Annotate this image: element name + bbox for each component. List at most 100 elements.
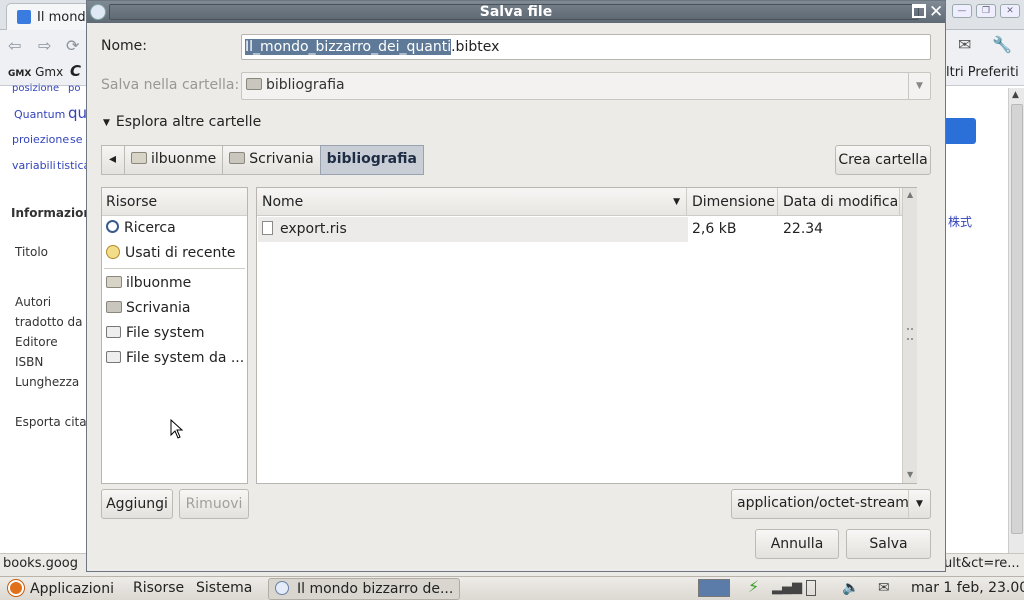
word-proiezione[interactable]: proiezione [12,133,69,146]
filename-selected-text: Il_mondo_bizzarro_dei_quanti [245,39,452,55]
column-label: Nome [262,194,304,210]
places-header[interactable]: Risorse [102,188,247,216]
file-icon [262,221,273,235]
create-folder-button[interactable]: Crea cartella [835,145,931,175]
path-item-bibliografia[interactable]: bibliografia [319,145,424,175]
remove-place-button[interactable]: Rimuovi [179,489,249,519]
bookmark-c[interactable]: C [70,62,81,80]
column-name[interactable]: Nome ▼ [257,188,687,216]
path-back-button[interactable]: ◂ [101,145,125,175]
mail-icon[interactable]: ✉ [878,580,890,596]
file-list-scrollbar[interactable]: ▲ ▼ [902,188,917,483]
word-qu[interactable]: qu [68,104,87,122]
close-icon[interactable]: ✕ [1000,4,1020,18]
network-signal-icon[interactable]: ▂▄▆ [772,580,802,595]
battery-icon[interactable] [806,580,816,596]
browser-scroll-thumb[interactable] [1011,104,1023,534]
places-sidebar: Risorse Ricerca Usati di recente ilbuonm… [101,187,248,484]
system-menu[interactable]: Sistema [196,580,252,596]
restore-icon[interactable]: ❐ [976,4,996,18]
path-item-desktop[interactable]: Scrivania [222,145,321,175]
app-menu-icon[interactable] [90,4,106,20]
minimize-icon[interactable]: — [952,4,972,18]
column-size[interactable]: Dimensione [687,188,778,216]
file-list-header: Nome ▼ Dimensione Data di modifica [257,188,916,216]
dialog-titlebar[interactable]: Salva file ✕ [87,1,945,23]
browser-scrollbar[interactable]: ▲ [1008,88,1024,554]
name-label: Nome: [101,38,148,54]
volume-icon[interactable]: 🔈 [842,580,859,596]
place-home[interactable]: ilbuonme [102,271,247,296]
filename-input[interactable]: Il_mondo_bizzarro_dei_quanti.bibtex [241,34,931,60]
place-search[interactable]: Ricerca [102,216,247,241]
column-date[interactable]: Data di modifica [778,188,900,216]
forward-arrow-icon[interactable]: ⇨ [38,36,51,55]
places-menu[interactable]: Risorse [133,580,184,596]
path-item-label: ilbuonme [151,151,217,167]
label-editore: Editore [15,335,58,349]
place-filesystem[interactable]: File system [102,321,247,346]
label-tradotto: tradotto da [15,315,83,329]
label-esporta[interactable]: Esporta cita [15,415,87,429]
save-button[interactable]: Salva [846,529,931,559]
save-folder-combo[interactable]: bibliografia ▼ [241,72,931,100]
save-folder-value: bibliografia [266,77,345,93]
home-folder-icon [106,276,122,288]
applications-label: Applicazioni [30,581,114,597]
drive-icon [106,326,121,338]
scroll-up-icon[interactable]: ▲ [907,190,913,199]
maximize-icon[interactable] [912,4,926,18]
right-link[interactable]: 株式 [948,213,972,230]
file-type-filter[interactable]: application/octet-stream ▼ [731,489,931,519]
word-se[interactable]: se [70,133,83,146]
taskbar-button[interactable]: Il mondo bizzarro de... [268,578,460,600]
word-posizione[interactable]: posizione [12,83,59,94]
reload-icon[interactable]: ⟳ [66,36,79,55]
status-right: ult&ct=re... [944,556,1020,571]
workspace-switcher[interactable] [698,579,730,597]
ubuntu-logo-icon [8,580,24,596]
taskbar-title: Il mondo bizzarro de... [297,581,454,597]
close-icon[interactable]: ✕ [929,1,943,23]
scroll-down-icon[interactable]: ▼ [907,470,913,479]
path-item-home[interactable]: ilbuonme [124,145,224,175]
save-file-dialog: Salva file ✕ Nome: Il_mondo_bizzarro_dei… [86,0,946,572]
path-back-icon: ◂ [109,151,117,167]
file-list: Nome ▼ Dimensione Data di modifica export… [256,187,917,484]
place-desktop[interactable]: Scrivania [102,296,247,321]
browser-tab[interactable]: Il mondo [6,3,96,30]
place-filesystem-remote[interactable]: File system da ... [102,346,247,371]
browse-folders-expander[interactable]: ▼ Esplora altre cartelle [103,114,261,130]
scroll-up-icon[interactable]: ▲ [1012,90,1019,100]
add-place-button[interactable]: Aggiungi [101,489,173,519]
file-row[interactable]: export.ris 2,6 kB 22.34 [258,217,901,242]
label-titolo: Titolo [15,245,49,259]
drive-icon [106,351,121,363]
wrench-icon[interactable]: 🔧 [992,35,1012,54]
word-po[interactable]: po [68,83,80,94]
power-icon[interactable]: ⚡ [748,577,759,596]
sort-arrow-icon: ▼ [673,197,680,207]
cancel-button[interactable]: Annulla [755,529,839,559]
bookmark-gmx[interactable]: GMX Gmx [8,65,63,79]
folder-icon [246,78,262,90]
scroll-grip[interactable] [907,328,913,340]
browser-icon [275,581,289,595]
info-heading: Informazion [11,206,92,220]
applications-menu[interactable]: Applicazioni [8,580,114,597]
places-separator [104,268,245,269]
back-arrow-icon[interactable]: ⇦ [8,36,21,55]
word-variabili[interactable]: variabili [12,159,56,172]
page-menu-icon[interactable]: ✉ [958,35,971,54]
bookmark-other-folder[interactable]: ltri Preferiti [946,65,1019,80]
chevron-down-icon[interactable]: ▼ [908,73,930,99]
word-quantum[interactable]: Quantum [14,108,65,121]
place-recent[interactable]: Usati di recente [102,241,247,266]
chevron-down-icon[interactable]: ▼ [908,490,930,518]
expander-arrow-icon: ▼ [103,118,110,128]
column-label: Data di modifica [783,194,899,210]
status-left: books.goog [3,556,79,571]
clock[interactable]: mar 1 feb, 23.00 [911,580,1024,596]
label-lunghezza: Lunghezza [15,375,80,389]
place-label: Ricerca [124,220,176,236]
